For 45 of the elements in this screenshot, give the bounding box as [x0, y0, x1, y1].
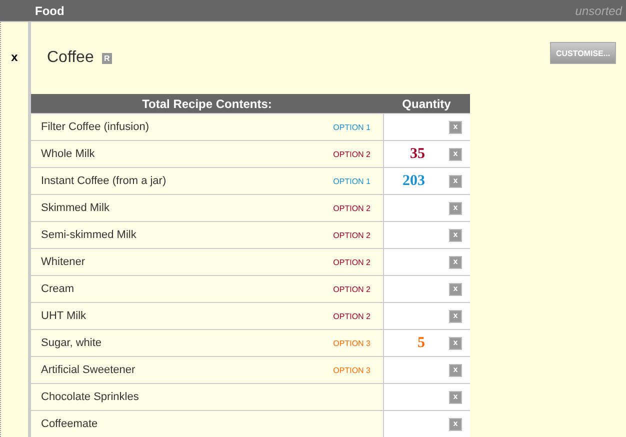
option-label: OPTION 1 — [333, 176, 370, 186]
remove-button[interactable]: x — [449, 282, 462, 296]
close-button[interactable]: x — [11, 50, 18, 66]
customise-button[interactable]: CUSTOMISE... — [550, 42, 616, 64]
recipe-title: Coffee — [47, 49, 94, 67]
remove-button[interactable]: x — [449, 418, 462, 430]
ingredient-name: Semi-skimmed Milk — [41, 229, 136, 241]
ingredient-name: Coffeemate — [41, 418, 98, 430]
remove-button[interactable]: x — [449, 148, 462, 160]
remove-button[interactable]: x — [449, 120, 462, 134]
remove-button[interactable]: x — [449, 174, 462, 188]
remove-button[interactable]: x — [449, 390, 462, 404]
option-label: OPTION 2 — [333, 230, 370, 240]
quantity-value: 5 — [418, 334, 425, 352]
remove-button[interactable]: x — [449, 336, 462, 350]
quantity-value: 35 — [410, 146, 425, 162]
quantity-value: 203 — [402, 172, 425, 190]
ingredient-name: Whitener — [41, 256, 86, 268]
remove-button[interactable]: x — [449, 228, 462, 242]
option-label: OPTION 3 — [333, 338, 370, 348]
ingredient-name: Cream — [41, 283, 74, 295]
option-label: OPTION 2 — [333, 258, 370, 266]
ingredient-name: UHT Milk — [41, 310, 86, 322]
ingredient-name: Skimmed Milk — [41, 202, 110, 214]
option-label: OPTION 1 — [333, 122, 370, 132]
ingredient-name: Whole Milk — [41, 148, 95, 160]
category-title: Food — [35, 4, 64, 18]
option-label: OPTION 2 — [333, 284, 370, 294]
remove-button[interactable]: x — [449, 256, 462, 268]
option-label: OPTION 2 — [333, 204, 370, 212]
option-label: OPTION 2 — [333, 312, 370, 320]
column-header: Total Recipe Contents: — [31, 94, 383, 114]
sort-label: unsorted — [575, 4, 622, 18]
remove-button[interactable]: x — [449, 364, 462, 376]
ingredient-name: Filter Coffee (infusion) — [41, 121, 150, 133]
ingredient-name: Instant Coffee (from a jar) — [41, 175, 166, 187]
option-label: OPTION 3 — [333, 366, 370, 374]
option-label: OPTION 2 — [333, 150, 370, 158]
ingredient-name: Artificial Sweetener — [41, 364, 136, 376]
remove-button[interactable]: x — [449, 310, 462, 322]
ingredient-name: Chocolate Sprinkles — [41, 391, 139, 403]
column-header: Quantity — [383, 94, 470, 114]
recipe-badge: R — [102, 52, 112, 64]
remove-button[interactable]: x — [449, 202, 462, 214]
ingredient-name: Sugar, white — [41, 337, 102, 349]
